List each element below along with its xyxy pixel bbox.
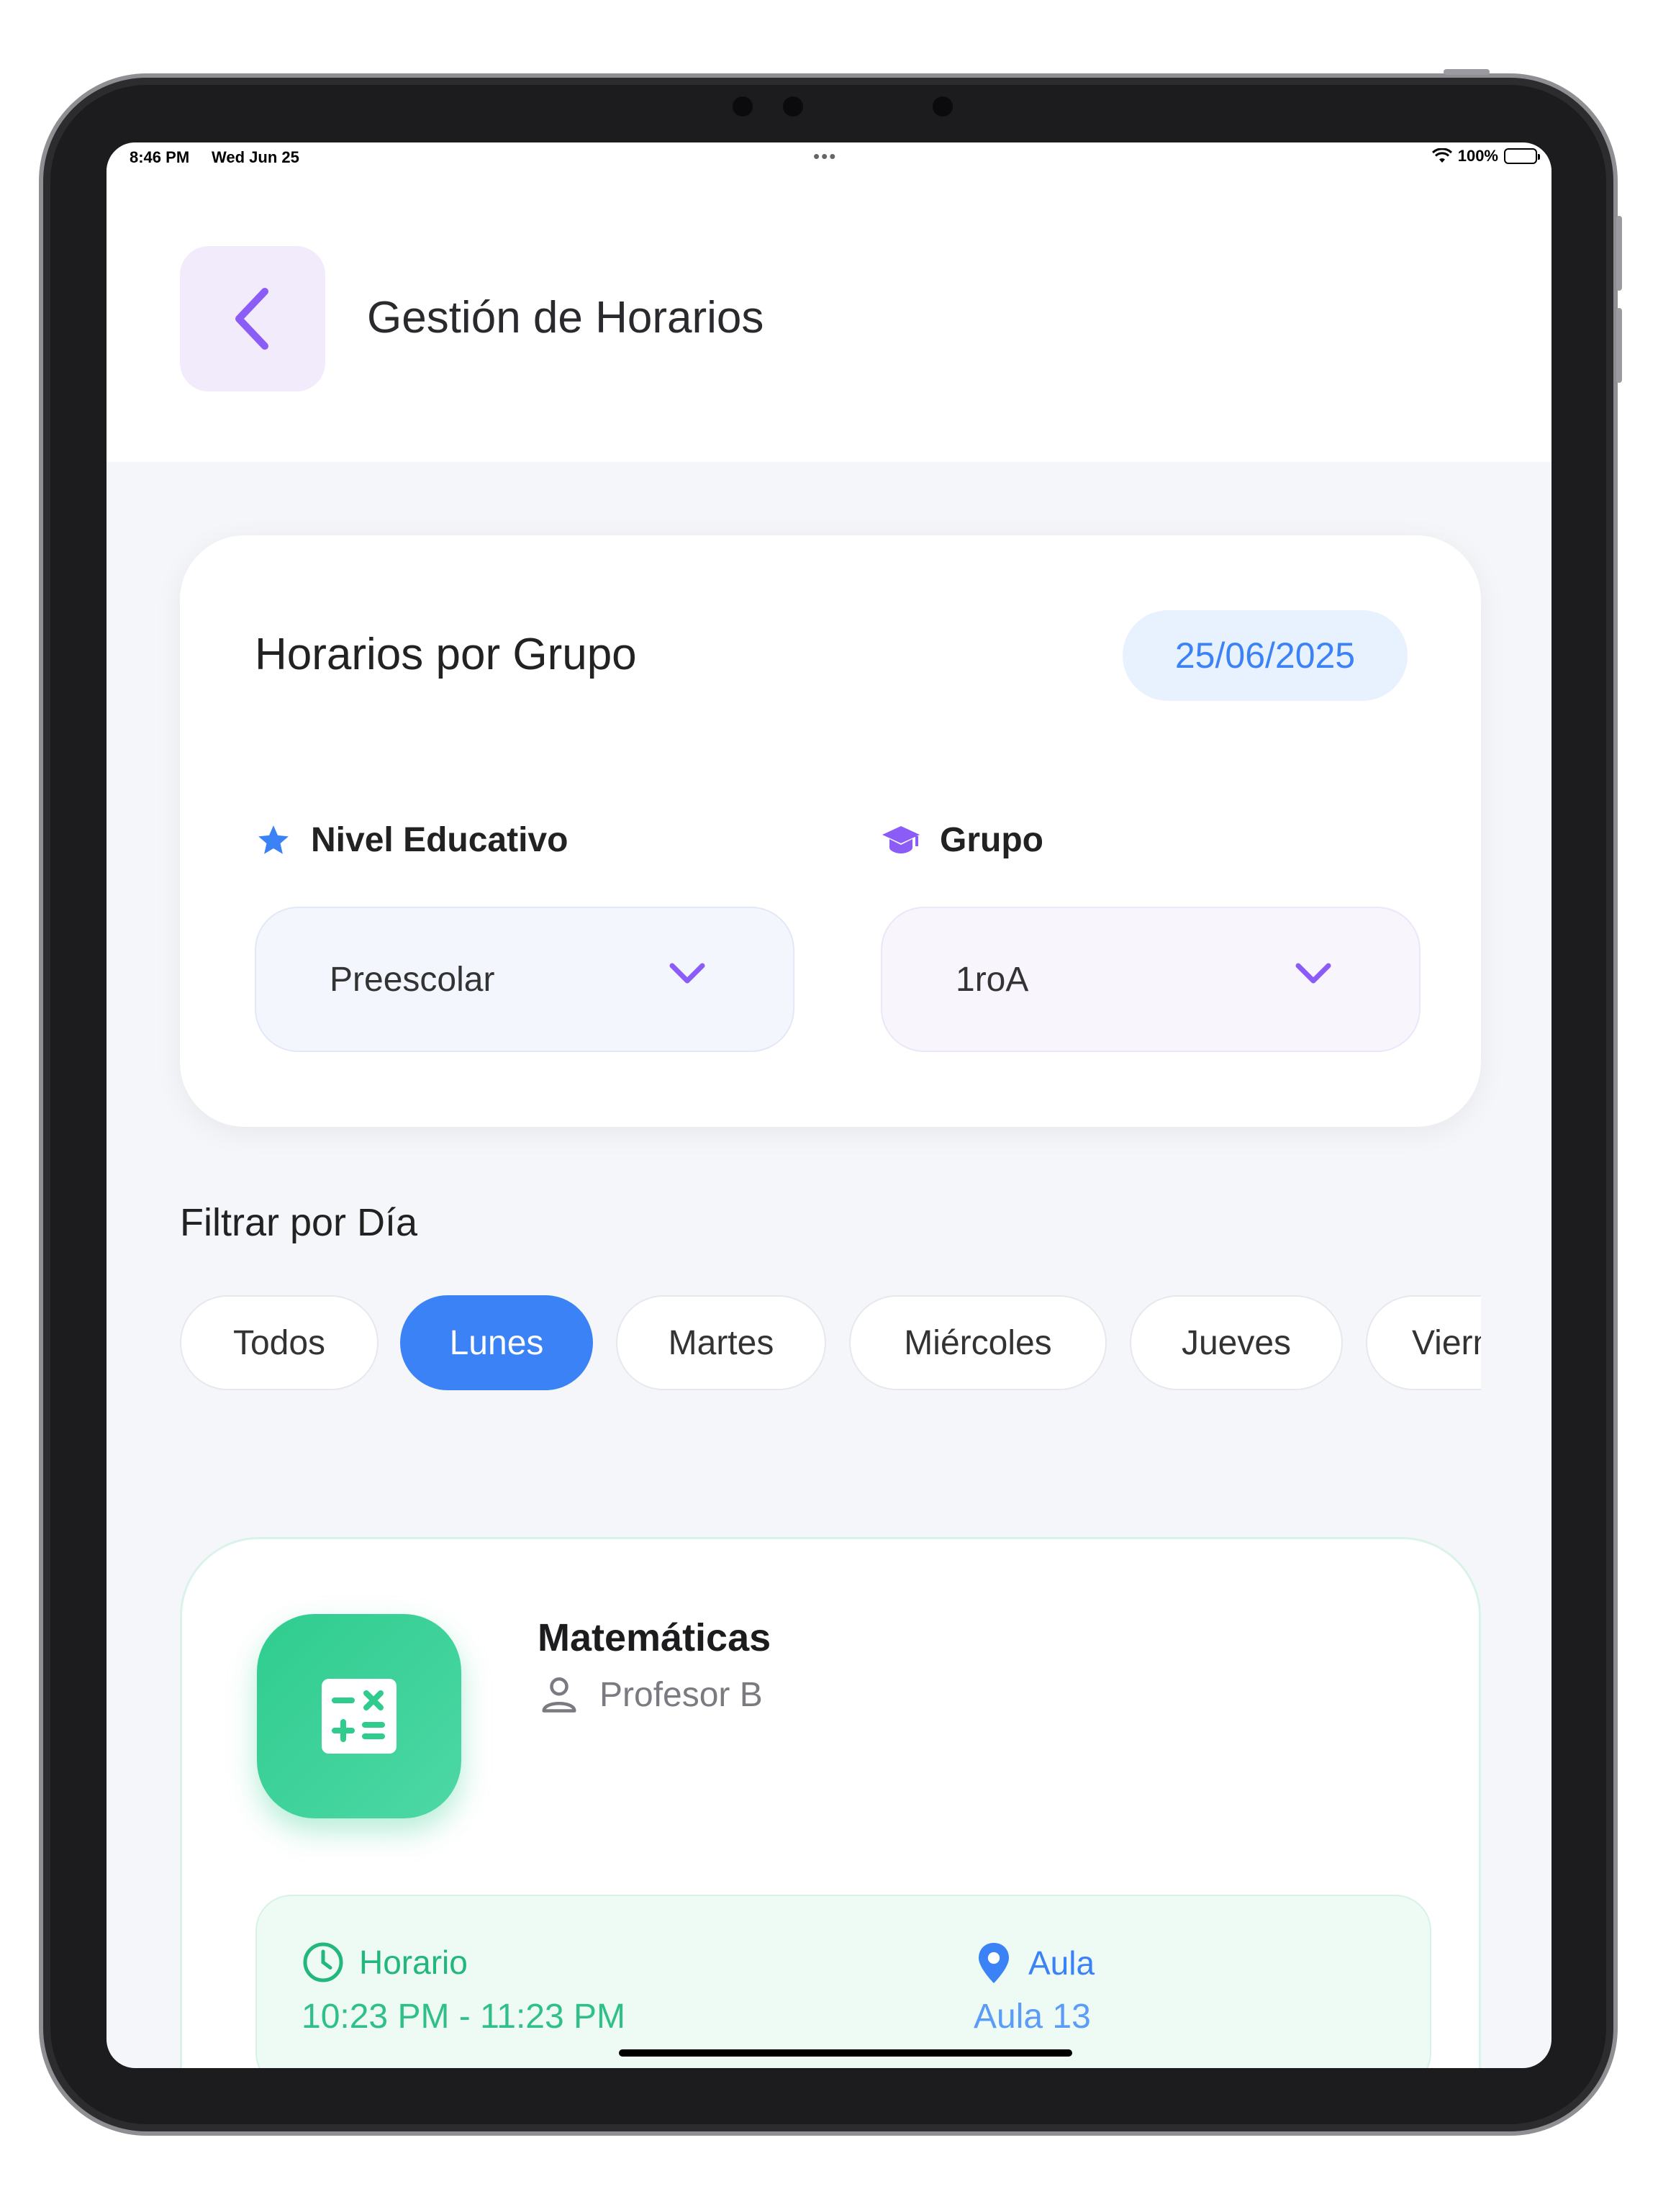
subject-name: Matemáticas [538,1616,771,1659]
chip-viernes[interactable]: Viern [1366,1295,1481,1390]
subject-icon-badge [257,1614,461,1818]
group-label: Grupo [881,820,1043,860]
chip-todos[interactable]: Todos [180,1295,379,1390]
status-time: 8:46 PM [130,148,190,166]
chip-lunes[interactable]: Lunes [400,1295,593,1390]
level-select-value: Preescolar [330,960,495,999]
status-bar: 8:46 PM Wed Jun 25 ••• 100% [107,142,1551,171]
group-schedule-card: Horarios por Grupo 25/06/2025 Nivel Educ… [180,535,1481,1127]
back-button[interactable] [180,246,325,391]
schedule-label: Horario [302,1941,468,1984]
date-badge[interactable]: 25/06/2025 [1123,610,1408,701]
room-value: Aula 13 [974,1998,1091,2036]
calculator-icon [322,1679,397,1754]
level-select[interactable]: Preescolar [255,907,794,1052]
camera-icon [733,96,753,117]
person-icon [542,1677,576,1713]
app-screen: 8:46 PM Wed Jun 25 ••• 100% Gestión de H… [107,142,1551,2068]
battery-percent: 100% [1457,147,1498,165]
chevron-down-icon [1295,963,1331,984]
schedule-label-text: Horario [359,1944,468,1981]
graduation-cap-icon [882,825,920,853]
volume-down-button [1616,308,1622,383]
level-label-text: Nivel Educativo [311,821,568,859]
multitask-dots-icon[interactable]: ••• [813,145,837,168]
status-right: 100% [1431,147,1540,166]
chip-martes[interactable]: Martes [616,1295,826,1390]
schedule-info-box: Horario 10:23 PM - 11:23 PM Aula Aula 13 [255,1895,1431,2068]
subject-card[interactable]: Matemáticas Profesor B Horario 10:23 PM … [180,1537,1481,2068]
chip-jueves[interactable]: Jueves [1130,1295,1343,1390]
teacher-name: Profesor B [599,1675,763,1714]
home-indicator[interactable] [619,2049,1072,2057]
room-label: Aula [974,1941,1095,1985]
group-select[interactable]: 1roA [881,907,1421,1052]
room-label-text: Aula [1028,1944,1095,1982]
chevron-down-icon [669,963,705,984]
header-bar: 8:46 PM Wed Jun 25 ••• 100% Gestión de H… [107,142,1551,462]
volume-up-button [1616,216,1622,291]
star-icon [258,825,289,854]
group-select-value: 1roA [956,960,1029,999]
wifi-icon [1431,148,1452,163]
filter-title: Filtrar por Día [180,1201,418,1244]
page-title: Gestión de Horarios [367,293,764,343]
clock-icon [303,1942,343,1982]
sensor-icon [783,96,803,117]
day-filter-chips[interactable]: Todos Lunes Martes Miércoles Jueves Vier… [180,1295,1481,1392]
battery-icon [1504,148,1540,164]
top-button [1444,69,1490,75]
schedule-value: 10:23 PM - 11:23 PM [302,1998,625,2036]
chevron-left-icon [235,288,268,350]
card-title: Horarios por Grupo [255,630,637,679]
teacher-row: Profesor B [538,1673,763,1716]
sensor-icon [933,96,953,117]
chip-miercoles[interactable]: Miércoles [849,1295,1107,1390]
group-label-text: Grupo [940,821,1043,859]
status-date: Wed Jun 25 [212,148,299,166]
level-label: Nivel Educativo [255,820,568,860]
location-pin-icon [979,1943,1009,1983]
